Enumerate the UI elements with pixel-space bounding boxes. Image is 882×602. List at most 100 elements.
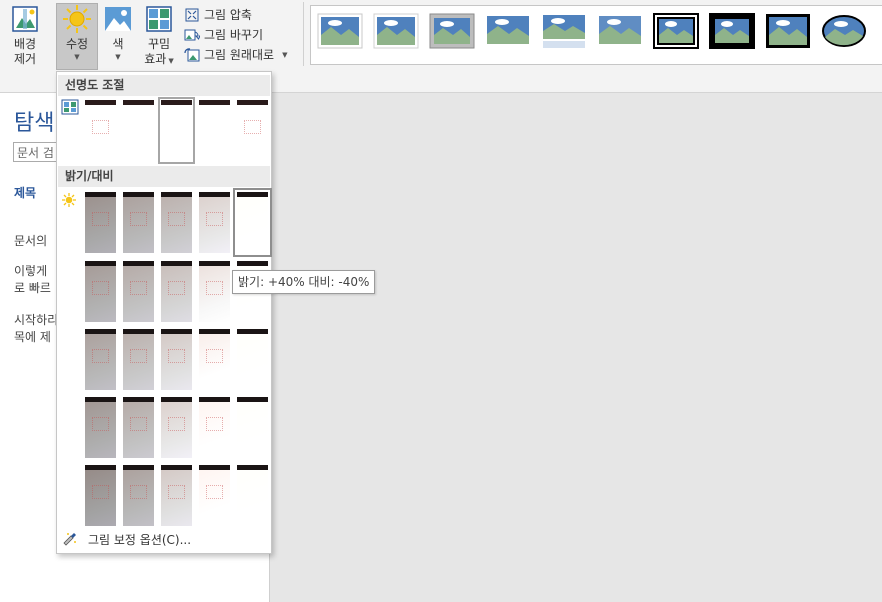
brightness-contrast-preset-r2-c4[interactable]	[199, 261, 230, 322]
sharpen-preset-1[interactable]	[85, 100, 116, 161]
sharpen-preset-5[interactable]	[237, 100, 268, 161]
navigation-title: 탐색	[14, 111, 55, 136]
corrections-dropdown: 선명도 조절 밝기/대비 그림 보정 옵션(C)...	[56, 71, 272, 554]
brightness-contrast-preset-r5-c5[interactable]	[237, 465, 268, 526]
brightness-contrast-preset-r5-c2[interactable]	[123, 465, 154, 526]
thumbnail-content-mark	[168, 485, 185, 499]
picture-style-soft-edge[interactable]	[485, 13, 531, 49]
thumbnail-header-band	[199, 397, 230, 402]
color-label: 색	[112, 37, 124, 51]
thumbnail-content-mark	[206, 485, 223, 499]
thumbnail-header-band	[85, 397, 116, 402]
brightness-contrast-preset-r2-c3[interactable]	[161, 261, 192, 322]
thumbnail-header-band	[123, 261, 154, 266]
picture-style-thick-matte-black[interactable]	[709, 13, 755, 49]
brightness-contrast-preset-r1-c4[interactable]	[199, 192, 230, 253]
picture-style-reflected[interactable]	[541, 13, 587, 49]
thumbnail-header-band	[85, 261, 116, 266]
corrections-button[interactable]: 수정 ▼	[56, 3, 98, 70]
thumbnail-header-band	[161, 192, 192, 197]
thumbnail-header-band	[237, 100, 268, 105]
brightness-contrast-preset-r3-c4[interactable]	[199, 329, 230, 390]
brightness-contrast-preset-r4-c4[interactable]	[199, 397, 230, 458]
compress-label: 그림 압축	[204, 8, 252, 22]
brightness-contrast-preset-r4-c5[interactable]	[237, 397, 268, 458]
brightness-contrast-preset-r1-c3[interactable]	[161, 192, 192, 253]
thumbnail-content-mark	[206, 212, 223, 226]
nav-info-text-3a: 시작하리	[14, 313, 59, 327]
thumbnail-content-mark	[168, 281, 185, 295]
change-picture-button[interactable]: 그림 바꾸기	[184, 25, 287, 45]
brightness-contrast-preset-r5-c1[interactable]	[85, 465, 116, 526]
thumbnail-content-mark	[92, 349, 109, 363]
compress-icon	[185, 8, 199, 22]
brightness-contrast-preset-r5-c3[interactable]	[161, 465, 192, 526]
picture-color-icon	[105, 7, 131, 31]
thumbnail-header-band	[199, 329, 230, 334]
brightness-contrast-preset-r3-c2[interactable]	[123, 329, 154, 390]
artistic-effects-line2: 효과	[144, 52, 167, 66]
brightness-contrast-preset-r3-c5[interactable]	[237, 329, 268, 390]
brightness-contrast-preset-r3-c1[interactable]	[85, 329, 116, 390]
thumbnail-content-mark	[92, 417, 109, 431]
remove-background-line2: 제거	[13, 52, 37, 66]
brightness-contrast-preset-r5-c4[interactable]	[199, 465, 230, 526]
adjust-small-commands: 그림 압축 그림 바꾸기 그림 원래대로 ▼	[184, 5, 287, 65]
sharpen-preset-2[interactable]	[123, 100, 154, 161]
preset-tooltip: 밝기: +40% 대비: -40%	[232, 270, 376, 294]
brightness-contrast-preset-r3-c3[interactable]	[161, 329, 192, 390]
thumbnail-header-band	[161, 329, 192, 334]
change-picture-label: 그림 바꾸기	[204, 28, 264, 42]
thumbnail-header-band	[123, 397, 154, 402]
nav-info-text-3b: 목에 제	[14, 330, 51, 344]
picture-style-metal-frame[interactable]	[429, 13, 475, 49]
thumbnail-header-band	[85, 329, 116, 334]
brightness-contrast-preset-r4-c1[interactable]	[85, 397, 116, 458]
picture-corrections-options-button[interactable]: 그림 보정 옵션(C)...	[58, 527, 270, 551]
brightness-contrast-preset-r2-c2[interactable]	[123, 261, 154, 322]
thumbnail-header-band	[237, 329, 268, 334]
brightness-contrast-header: 밝기/대비	[58, 166, 270, 187]
sharpen-preset-3[interactable]	[158, 97, 195, 164]
brightness-contrast-preset-r1-c5[interactable]	[233, 188, 272, 257]
reset-picture-label: 그림 원래대로	[204, 48, 275, 62]
picture-style-simple-frame-black[interactable]	[765, 13, 811, 49]
thumbnail-content-mark	[92, 212, 109, 226]
thumbnail-header-band	[123, 465, 154, 470]
reset-picture-button[interactable]: 그림 원래대로 ▼	[184, 45, 287, 65]
chevron-down-icon[interactable]: ▼	[282, 45, 287, 65]
picture-style-double-frame-black[interactable]	[653, 13, 699, 49]
change-picture-icon	[184, 29, 200, 41]
thumbnail-header-band	[85, 100, 116, 105]
thumbnail-header-band	[237, 261, 268, 266]
remove-background-button[interactable]: 배경 제거	[5, 4, 45, 67]
thumbnail-content-mark	[130, 485, 147, 499]
thumbnail-header-band	[199, 192, 230, 197]
brightness-contrast-preset-r4-c2[interactable]	[123, 397, 154, 458]
thumbnail-content-mark	[92, 485, 109, 499]
picture-style-beveled[interactable]	[373, 13, 419, 49]
picture-style-oval[interactable]	[821, 13, 867, 49]
picture-styles-gallery	[310, 5, 882, 65]
color-button[interactable]: 색 ▼	[101, 4, 135, 62]
brightness-contrast-preset-r1-c2[interactable]	[123, 192, 154, 253]
thumbnail-header-band	[161, 261, 192, 266]
nav-info-text-2a: 이렇게	[14, 264, 48, 278]
picture-style-soft-rect[interactable]	[597, 13, 643, 49]
brightness-contrast-preset-r2-c1[interactable]	[85, 261, 116, 322]
tab-headings[interactable]: 제목	[14, 184, 36, 201]
sharpen-preset-4[interactable]	[199, 100, 230, 161]
brightness-contrast-preset-r4-c3[interactable]	[161, 397, 192, 458]
thumbnail-header-band	[123, 192, 154, 197]
compress-pictures-button[interactable]: 그림 압축	[184, 5, 287, 25]
picture-style-simple-frame[interactable]	[317, 13, 363, 49]
thumbnail-header-band	[85, 192, 116, 197]
sharpen-soften-header: 선명도 조절	[58, 75, 270, 96]
chevron-down-icon: ▼	[115, 53, 121, 61]
artistic-effects-button[interactable]: 꾸밈 효과 ▼	[140, 4, 178, 67]
brightness-contrast-preset-r1-c1[interactable]	[85, 192, 116, 253]
thumbnail-content-mark	[130, 417, 147, 431]
thumbnail-header-band	[123, 100, 154, 105]
thumbnail-content-mark	[244, 120, 261, 134]
thumbnail-header-band	[199, 100, 230, 105]
